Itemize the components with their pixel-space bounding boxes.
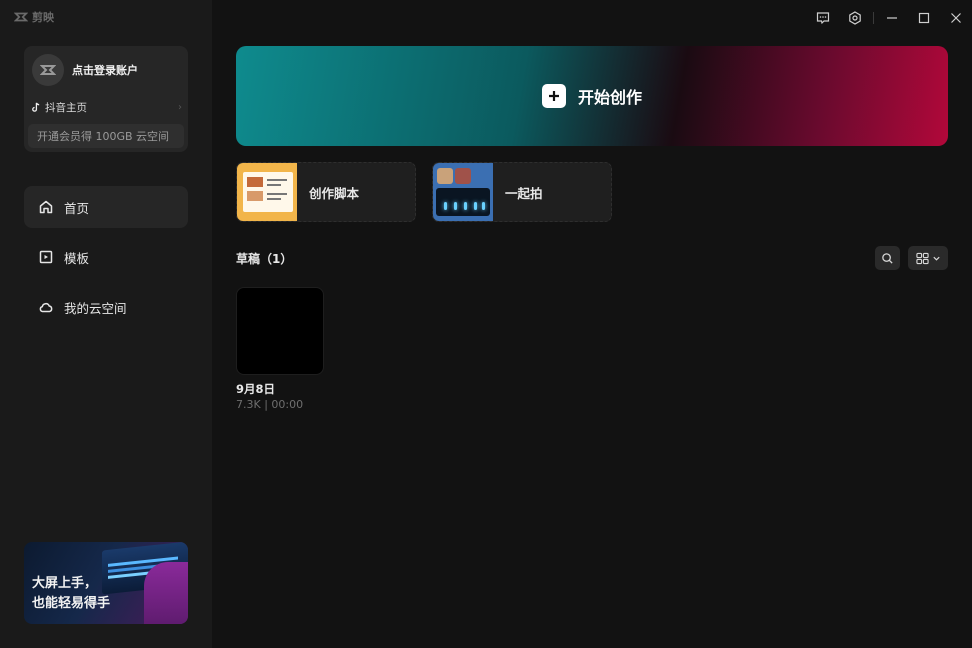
start-creating-button[interactable]: 开始创作 xyxy=(236,46,948,146)
gear-icon xyxy=(849,11,861,25)
maximize-button[interactable] xyxy=(908,0,940,36)
capcut-avatar-icon xyxy=(40,65,56,75)
close-icon xyxy=(951,13,961,23)
titlebar-separator xyxy=(873,12,874,24)
cloud-icon xyxy=(39,302,53,313)
promo-banner[interactable]: 大屏上手， 也能轻易得手 xyxy=(24,542,188,624)
draft-meta: 7.3K | 00:00 xyxy=(236,398,304,411)
chevron-right-icon: › xyxy=(178,101,182,113)
feedback-icon xyxy=(816,12,830,25)
sidebar-item-label: 首页 xyxy=(64,200,90,216)
plus-icon xyxy=(541,84,566,108)
sidebar-nav: 首页 模板 我的云空间 xyxy=(24,186,188,336)
app-logo-text: 剪映 xyxy=(32,11,54,24)
draft-thumbnail[interactable] xyxy=(236,287,324,375)
feedback-button[interactable] xyxy=(807,0,839,36)
maximize-icon xyxy=(918,12,930,24)
create-script-label: 创作脚本 xyxy=(309,185,360,201)
chevron-down-icon xyxy=(933,256,940,261)
sidebar-item-label: 我的云空间 xyxy=(64,300,127,316)
promo-line-2: 也能轻易得手 xyxy=(32,596,111,611)
shoot-together-card[interactable]: 一起拍 xyxy=(432,162,612,222)
capcut-logo-icon xyxy=(14,12,28,22)
create-script-card[interactable]: 创作脚本 xyxy=(236,162,416,222)
avatar[interactable] xyxy=(32,54,64,86)
grid-view-icon xyxy=(916,252,929,264)
sidebar: 剪映 点击登录账户 抖音主页 › 开通会员得 100GB 云空间 首页 模板 我… xyxy=(0,0,212,648)
sidebar-item-label: 模板 xyxy=(64,250,90,266)
promo-hand-graphic xyxy=(144,562,188,624)
sidebar-item-templates[interactable]: 模板 xyxy=(24,236,188,278)
minimize-icon xyxy=(887,17,897,19)
douyin-label: 抖音主页 xyxy=(45,101,87,114)
promo-text: 大屏上手， 也能轻易得手 xyxy=(32,574,110,614)
vip-banner[interactable]: 开通会员得 100GB 云空间 xyxy=(28,124,184,148)
minimize-button[interactable] xyxy=(876,0,908,36)
settings-button[interactable] xyxy=(839,0,871,36)
promo-line-1: 大屏上手， xyxy=(32,576,98,591)
tiktok-icon xyxy=(32,102,40,112)
douyin-home-link[interactable]: 抖音主页 › xyxy=(30,99,182,115)
search-drafts-button[interactable] xyxy=(875,246,900,270)
draft-name[interactable]: 9月8日 xyxy=(236,381,275,397)
script-thumbnail xyxy=(237,163,297,221)
login-link[interactable]: 点击登录账户 xyxy=(72,62,138,78)
sidebar-item-cloud[interactable]: 我的云空间 xyxy=(24,286,188,328)
shoot-thumbnail xyxy=(433,163,493,221)
app-logo: 剪映 xyxy=(14,9,54,25)
sidebar-item-home[interactable]: 首页 xyxy=(24,186,188,228)
drafts-title: 草稿（1） xyxy=(236,252,293,266)
shoot-together-label: 一起拍 xyxy=(505,185,543,201)
home-icon xyxy=(39,200,53,214)
template-icon xyxy=(39,250,53,264)
account-card: 点击登录账户 抖音主页 › 开通会员得 100GB 云空间 xyxy=(24,46,188,152)
view-mode-dropdown[interactable] xyxy=(908,246,948,270)
start-creating-label: 开始创作 xyxy=(577,88,642,107)
search-icon xyxy=(882,252,893,264)
close-button[interactable] xyxy=(940,0,972,36)
titlebar-controls xyxy=(807,0,972,36)
